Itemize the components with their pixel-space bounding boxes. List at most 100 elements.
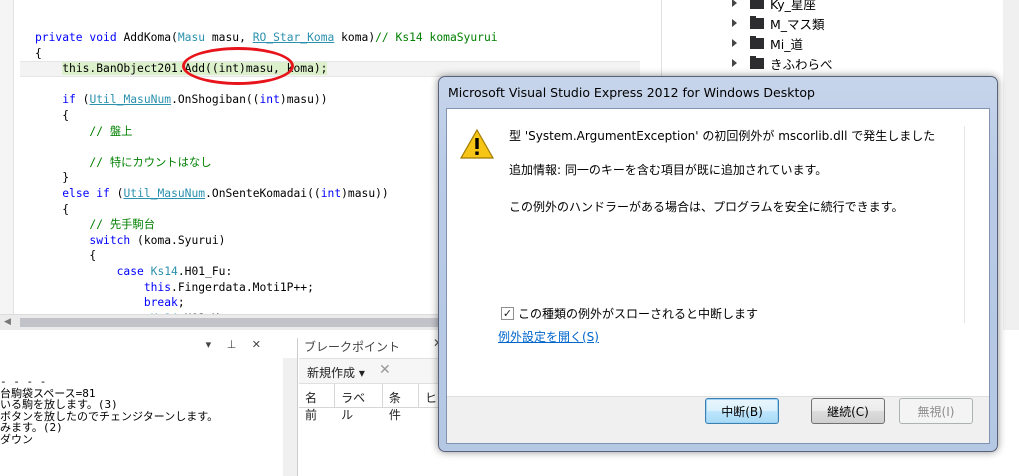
code-token: } xyxy=(35,171,70,185)
code-token: .H01_Fu: xyxy=(177,264,233,278)
ignore-button: 無視(I) xyxy=(899,398,973,424)
tree-item-mi[interactable]: Mi_道 xyxy=(732,33,803,53)
code-token: koma) xyxy=(334,31,376,44)
code-token: // Ks14 komaSyurui xyxy=(375,31,498,44)
message-scrollbar[interactable] xyxy=(964,126,976,323)
tree-item-label: Ky_星座 xyxy=(770,0,816,12)
code-line[interactable]: break; xyxy=(35,295,498,311)
tree-item-m[interactable]: M_マス類 xyxy=(732,13,825,33)
code-line[interactable]: case Ks14.H01_Fu: xyxy=(35,264,498,280)
column-header-label[interactable]: ラベル xyxy=(335,384,383,422)
code-line[interactable]: { xyxy=(35,108,498,124)
explorer-vertical-scrollbar[interactable] xyxy=(1003,0,1019,330)
code-token: switch xyxy=(89,233,131,247)
code-token: // 先手駒台 xyxy=(89,218,156,232)
expand-arrow-icon[interactable] xyxy=(732,39,740,47)
tree-item-label: きふわらべ xyxy=(770,56,833,72)
continue-button[interactable]: 継続(C) xyxy=(811,398,885,424)
break-button[interactable]: 中断(B) xyxy=(705,398,779,424)
code-token: ; xyxy=(177,296,185,310)
code-token: int xyxy=(259,93,280,107)
code-token: // 盤上 xyxy=(89,124,133,138)
code-token: AddKoma( xyxy=(116,31,178,44)
output-panel: ▾ ⊥ ✕ - - - - 台駒袋スペース=81 いる駒を放します。(3) ボタンを放… xyxy=(0,338,298,476)
code-token: .Fingerdata.Moti1P++; xyxy=(171,280,314,294)
code-line[interactable]: private void AddKoma(Masu masu, RO_Star_… xyxy=(35,30,498,46)
code-token: this xyxy=(143,280,172,294)
code-line[interactable]: if (Util_MasuNum.OnShogiban((int)masu)) xyxy=(35,92,498,108)
red-highlight-ellipse xyxy=(182,47,294,85)
checkbox-label[interactable]: この種類の例外がスローされると中断します xyxy=(518,305,758,322)
expand-arrow-icon[interactable] xyxy=(732,0,740,7)
code-token: int xyxy=(320,186,342,200)
code-token: ( xyxy=(109,186,124,200)
code-line[interactable]: switch (koma.Syurui) xyxy=(35,233,498,249)
code-line[interactable]: // 特にカウントはなし xyxy=(35,155,498,171)
dialog-message-area: 型 'System.ArgumentException' の初回例外が msco… xyxy=(447,109,989,397)
expand-arrow-icon[interactable] xyxy=(732,19,740,27)
panel-window-controls[interactable]: ▾ ⊥ ✕ xyxy=(206,338,267,351)
tree-item-ky[interactable]: Ky_星座 xyxy=(732,0,816,13)
code-token: Masu xyxy=(177,31,206,44)
code-token: if xyxy=(96,186,110,200)
column-header-condition[interactable]: 条件 xyxy=(383,384,419,422)
new-breakpoint-button[interactable]: 新規作成 ▾ xyxy=(307,364,365,381)
code-token: { xyxy=(35,249,97,263)
code-token: Ks14 xyxy=(150,264,178,278)
break-on-exception-checkbox[interactable]: ✓ xyxy=(501,307,514,320)
breakpoints-panel: ブレークポイント ✕ 新規作成 ▾ ✕ 名前 ラベル 条件 ヒ xyxy=(299,330,444,476)
dialog-body: 型 'System.ArgumentException' の初回例外が msco… xyxy=(446,108,990,444)
open-exception-settings-link[interactable]: 例外設定を開く(S) xyxy=(498,328,599,345)
code-token: masu, xyxy=(205,31,253,44)
scroll-left-icon[interactable]: ◀ xyxy=(4,317,11,327)
tree-item-label: Mi_道 xyxy=(770,36,804,52)
code-token: Util_MasuNum xyxy=(89,93,172,107)
panel-splitter[interactable] xyxy=(0,330,300,338)
folder-icon xyxy=(750,0,764,9)
tree-item-kifuwarabe[interactable]: きふわらべ xyxy=(732,53,833,73)
folder-icon xyxy=(750,35,764,49)
break-on-exception-option[interactable]: ✓ この種類の例外がスローされると中断します xyxy=(501,305,758,322)
code-token: private xyxy=(35,31,83,44)
expand-arrow-icon[interactable] xyxy=(732,59,740,67)
code-token: (koma.Syurui) xyxy=(130,233,226,247)
output-vertical-scrollbar[interactable] xyxy=(283,358,297,476)
code-line[interactable] xyxy=(35,139,498,155)
code-token: break xyxy=(143,296,178,310)
code-line[interactable]: // 盤上 xyxy=(35,124,498,140)
code-line[interactable]: { xyxy=(35,202,498,218)
code-token: ( xyxy=(75,93,90,107)
column-header-name[interactable]: 名前 xyxy=(299,384,336,422)
code-token: Util_MasuNum xyxy=(123,186,206,200)
code-token: )masu)) xyxy=(279,93,328,107)
breakpoints-toolbar: 新規作成 ▾ ✕ xyxy=(299,358,444,384)
code-token: else xyxy=(62,186,90,200)
delete-icon[interactable]: ✕ xyxy=(379,362,391,378)
additional-info: 追加情報: 同一のキーを含む項目が既に追加されています。 xyxy=(509,163,828,177)
code-token: if xyxy=(62,93,76,107)
code-line[interactable]: { xyxy=(35,248,498,264)
code-line[interactable]: else if (Util_MasuNum.OnSenteKomadai((in… xyxy=(35,186,498,202)
output-line: - - - - xyxy=(0,375,47,388)
code-token: case xyxy=(116,264,144,278)
output-line: ダウン xyxy=(0,432,33,446)
breakpoints-title[interactable]: ブレークポイント xyxy=(304,338,400,355)
code-token: { xyxy=(35,202,70,216)
exception-dialog: Microsoft Visual Studio Express 2012 for… xyxy=(438,76,998,452)
folder-icon xyxy=(750,15,764,29)
code-line[interactable]: this.Fingerdata.Moti1P++; xyxy=(35,280,498,296)
code-token: .OnSenteKomadai(( xyxy=(205,186,321,200)
code-line[interactable]: } xyxy=(35,170,498,186)
code-line[interactable]: // 先手駒台 xyxy=(35,217,498,233)
folder-icon xyxy=(750,55,764,69)
breakpoints-column-headers: 名前 ラベル 条件 ヒ xyxy=(299,384,444,422)
code-token: )masu)) xyxy=(341,186,389,200)
